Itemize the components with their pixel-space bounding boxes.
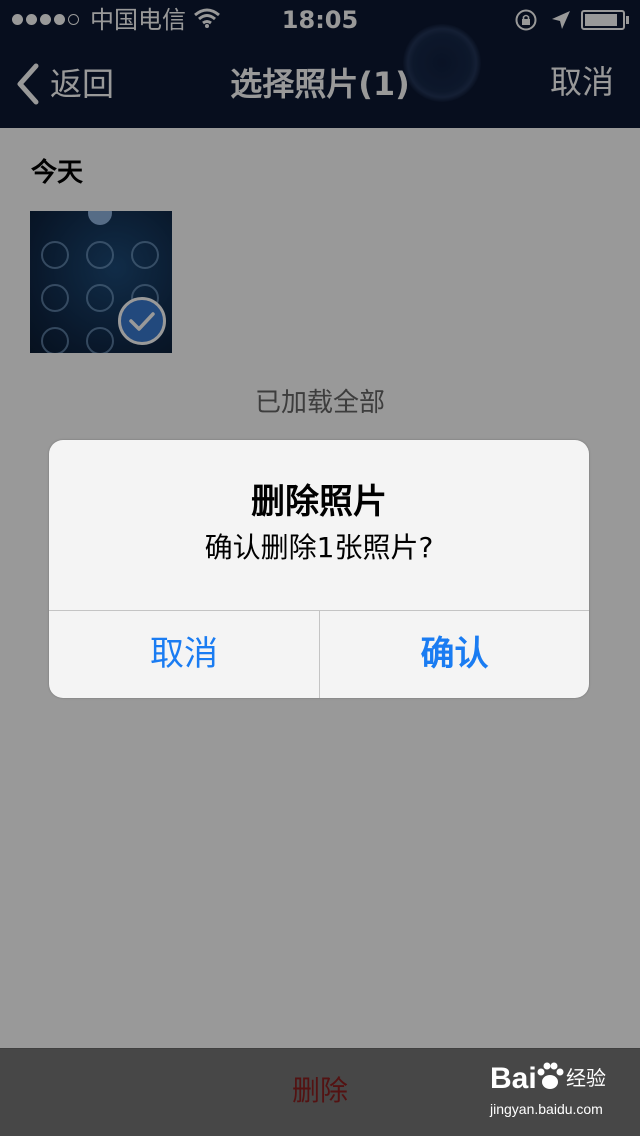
baidu-jingyan-watermark: Bai 经验 jingyan.baidu.com: [490, 1060, 636, 1124]
watermark-suffix: 经验: [566, 1066, 606, 1090]
dialog-cancel-button[interactable]: 取消: [49, 611, 319, 698]
dialog-confirm-button[interactable]: 确认: [320, 611, 589, 698]
watermark-url: jingyan.baidu.com: [490, 1101, 603, 1117]
delete-confirm-dialog: 删除照片 确认删除1张照片? 取消 确认: [49, 440, 589, 698]
dialog-title: 删除照片: [251, 482, 387, 522]
dialog-message: 确认删除1张照片?: [204, 531, 434, 564]
watermark-brand: Bai: [490, 1062, 537, 1095]
paw-icon: [537, 1062, 564, 1089]
